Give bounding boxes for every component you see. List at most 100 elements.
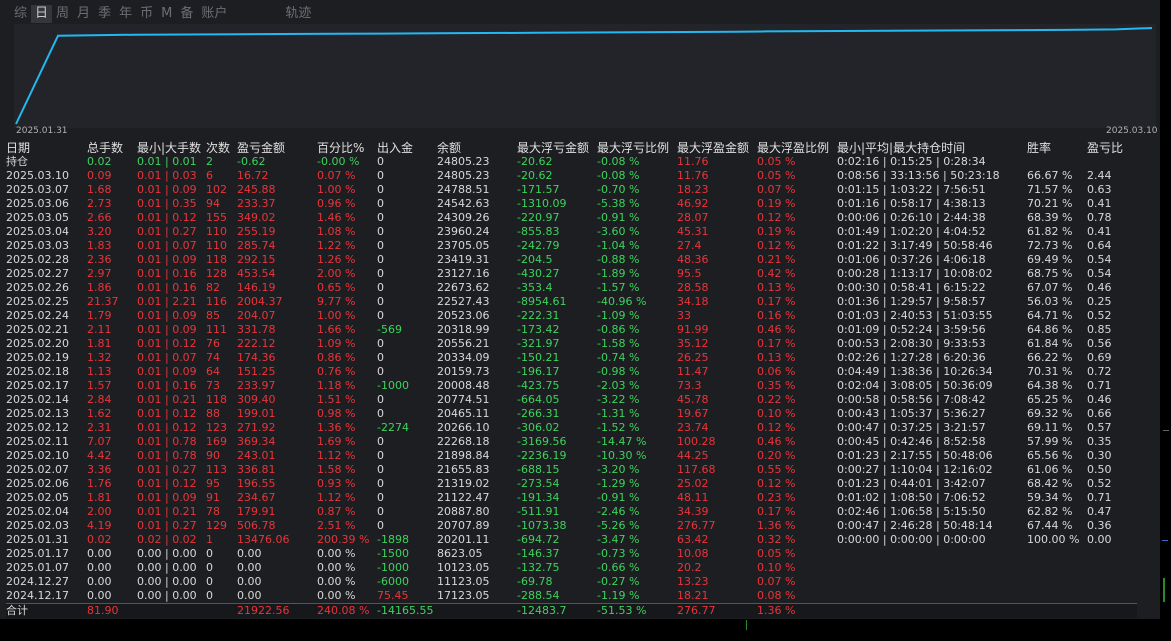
position-row[interactable]: 持仓 0.02 0.01 | 0.01 2 -0.62 -0.00 % 0 24805.23 -… (6, 155, 1137, 169)
cell-盈亏比: 0.41 (1087, 225, 1112, 238)
table-row[interactable]: 2025.03.10 0.09 0.01 | 0.03 6 16.72 0.07 % 0 24… (6, 169, 1137, 183)
col-header-5[interactable]: 百分比% (317, 141, 377, 155)
cell-盈亏比 (1087, 155, 1137, 169)
cell-最大浮亏金额: -266.31 (517, 407, 560, 420)
col-header-11[interactable]: 最大浮盈比例 (757, 141, 837, 155)
cell-最大浮盈比例: 0.05 % (757, 547, 796, 560)
tab-5[interactable]: 年 (115, 5, 136, 23)
col-header-7[interactable]: 余额 (437, 141, 517, 155)
cell-百分比%: 1.18 % (317, 379, 356, 392)
cell-最大浮盈金额: 28.58 (677, 281, 709, 294)
cell-百分比%: 1.51 % (317, 393, 356, 406)
table-row[interactable]: 2025.02.05 1.81 0.01 | 0.09 91 234.67 1.12 % 0… (6, 491, 1137, 505)
table-row[interactable]: 2025.01.31 0.02 0.02 | 0.02 1 13476.06 200.39… (6, 533, 1137, 547)
cell-次数: 88 (206, 407, 220, 420)
cell-最小|平均|最大持仓时间 (837, 575, 1027, 589)
cell-最大浮亏金额: -242.79 (517, 239, 560, 252)
table-row[interactable]: 2025.03.05 2.66 0.01 | 0.12 155 349.02 1.46 %… (6, 211, 1137, 225)
table-row[interactable]: 2025.02.26 1.86 0.01 | 0.16 82 146.19 0.65 % 0… (6, 281, 1137, 295)
table-row[interactable]: 2025.02.03 4.19 0.01 | 0.27 129 506.78 2.51 %… (6, 519, 1137, 533)
cell-盈亏比: 0.56 (1087, 337, 1112, 350)
cell-最小|平均|最大持仓时间: 0:02:26 | 1:27:28 | 6:20:36 (837, 351, 986, 364)
cell-胜率: 68.75 % (1027, 267, 1073, 280)
cell-胜率: 65.56 % (1027, 449, 1073, 462)
cell-最大浮盈比例: 0.23 % (757, 491, 796, 504)
table-row[interactable]: 2025.03.07 1.68 0.01 | 0.09 102 245.88 1.00 %… (6, 183, 1137, 197)
table-row[interactable]: 2025.02.07 3.36 0.01 | 0.27 113 336.81 1.58 %… (6, 463, 1137, 477)
table-row[interactable]: 2025.02.18 1.13 0.01 | 0.09 64 151.25 0.76 % 0… (6, 365, 1137, 379)
cell-日期: 2025.03.03 (6, 239, 69, 252)
table-row[interactable]: 2025.02.20 1.81 0.01 | 0.12 76 222.12 1.09 % 0… (6, 337, 1137, 351)
table-row[interactable]: 2025.01.07 0.00 0.00 | 0.00 0 0.00 0.00 % -100… (6, 561, 1137, 575)
cell-最大浮亏比例: -2.46 % (597, 505, 640, 518)
col-header-12[interactable]: 最小|平均|最大持仓时间 (837, 141, 1027, 155)
tab-4[interactable]: 季 (94, 5, 115, 23)
tab-6[interactable]: 币 (136, 5, 157, 23)
col-header-13[interactable]: 胜率 (1027, 141, 1087, 155)
cell-最大浮盈比例: 0.32 % (757, 533, 796, 546)
tab-1[interactable]: 日 (31, 5, 53, 23)
table-row[interactable]: 2025.02.24 1.79 0.01 | 0.09 85 204.07 1.00 % 0… (6, 309, 1137, 323)
tab-9[interactable]: 账户 (197, 5, 231, 23)
col-header-9[interactable]: 最大浮亏比例 (597, 141, 677, 155)
table-row[interactable]: 2025.02.06 1.76 0.01 | 0.12 95 196.55 0.93 % 0… (6, 477, 1137, 491)
cell-日期: 2025.02.17 (6, 379, 69, 392)
table-row[interactable]: 2025.02.17 1.57 0.01 | 0.16 73 233.97 1.18 % -… (6, 379, 1137, 393)
col-header-2[interactable]: 最小|大手数 (137, 141, 206, 155)
cell-胜率: 59.34 % (1027, 491, 1073, 504)
table-row[interactable]: 2025.02.14 2.84 0.01 | 0.21 118 309.40 1.51 %… (6, 393, 1137, 407)
cell-日期: 2025.02.13 (6, 407, 69, 420)
table-row[interactable]: 2025.03.03 1.83 0.01 | 0.07 110 285.74 1.22 %… (6, 239, 1137, 253)
col-header-14[interactable]: 盈亏比 (1087, 141, 1137, 155)
tab-10[interactable]: 轨迹 (281, 5, 315, 23)
col-header-4[interactable]: 盈亏金额 (237, 141, 317, 155)
table-row[interactable]: 2025.02.19 1.32 0.01 | 0.07 74 174.36 0.86 % 0… (6, 351, 1137, 365)
table-row[interactable]: 2024.12.17 0.00 0.00 | 0.00 0 0.00 0.00 % 75.4… (6, 589, 1137, 604)
tab-0[interactable]: 综 (10, 5, 31, 23)
cell-日期: 2025.02.06 (6, 477, 69, 490)
cell-出入金: 0 (377, 491, 384, 504)
cell-余额: 22527.43 (437, 295, 490, 308)
cell-出入金: 0 (377, 435, 384, 448)
table-row[interactable]: 2024.12.27 0.00 0.00 | 0.00 0 0.00 0.00 % -600… (6, 575, 1137, 589)
table-row[interactable]: 2025.02.11 7.07 0.01 | 0.78 169 369.34 1.69 %… (6, 435, 1137, 449)
cell-次数: 116 (206, 295, 227, 308)
cell-最大浮亏比例: -2.03 % (597, 379, 640, 392)
cell-次数: 0 (206, 575, 213, 588)
col-header-3[interactable]: 次数 (206, 141, 237, 155)
cell-最大浮盈金额: 10.08 (677, 547, 709, 560)
table-row[interactable]: 2025.02.13 1.62 0.01 | 0.12 88 199.01 0.98 % 0… (6, 407, 1137, 421)
cell-最大浮亏比例: -1.04 % (597, 239, 640, 252)
col-header-8[interactable]: 最大浮亏金额 (517, 141, 597, 155)
cell-盈亏比: 0.46 (1087, 393, 1112, 406)
tab-3[interactable]: 月 (73, 5, 94, 23)
cell-日期: 2025.01.07 (6, 561, 69, 574)
table-row[interactable]: 2025.02.25 21.37 0.01 | 2.21 116 2004.37 9.77… (6, 295, 1137, 309)
cell-百分比%: 0.00 % (317, 589, 356, 602)
table-row[interactable]: 2025.02.12 2.31 0.01 | 0.12 123 271.92 1.36 %… (6, 421, 1137, 435)
table-row[interactable]: 2025.02.27 2.97 0.01 | 0.16 128 453.54 2.00 %… (6, 267, 1137, 281)
tab-7[interactable]: M (157, 5, 176, 23)
tab-2[interactable]: 周 (52, 5, 73, 23)
table-row[interactable]: 2025.01.17 0.00 0.00 | 0.00 0 0.00 0.00 % -150… (6, 547, 1137, 561)
table-row[interactable]: 2025.02.10 4.42 0.01 | 0.78 90 243.01 1.12 % 0… (6, 449, 1137, 463)
cell-余额: 17123.05 (437, 589, 490, 602)
equity-curve-svg (14, 24, 1156, 128)
cell-总手数: 2.84 (87, 393, 112, 406)
total-cell-5: 240.08 % (317, 603, 377, 618)
table-row[interactable]: 2025.02.04 2.00 0.01 | 0.21 78 179.91 0.87 % 0… (6, 505, 1137, 519)
cell-最大浮亏比例: -0.08 % (597, 155, 640, 168)
table-row[interactable]: 2025.03.04 3.20 0.01 | 0.27 110 255.19 1.08 %… (6, 225, 1137, 239)
table-row[interactable]: 2025.02.21 2.11 0.01 | 0.09 111 331.78 1.66 %… (6, 323, 1137, 337)
tab-8[interactable]: 备 (176, 5, 197, 23)
col-header-0[interactable]: 日期 (6, 141, 87, 155)
col-header-1[interactable]: 总手数 (87, 141, 137, 155)
col-header-6[interactable]: 出入金 (377, 141, 437, 155)
table-row[interactable]: 2025.02.28 2.36 0.01 | 0.09 118 292.15 1.26 %… (6, 253, 1137, 267)
cell-盈亏金额: 174.36 (237, 351, 276, 364)
col-header-10[interactable]: 最大浮盈金额 (677, 141, 757, 155)
cell-次数: 2 (206, 155, 213, 168)
cell-盈亏金额: 2004.37 (237, 295, 283, 308)
table-row[interactable]: 2025.03.06 2.73 0.01 | 0.35 94 233.37 0.96 % 0… (6, 197, 1137, 211)
total-cell-2 (137, 603, 206, 618)
